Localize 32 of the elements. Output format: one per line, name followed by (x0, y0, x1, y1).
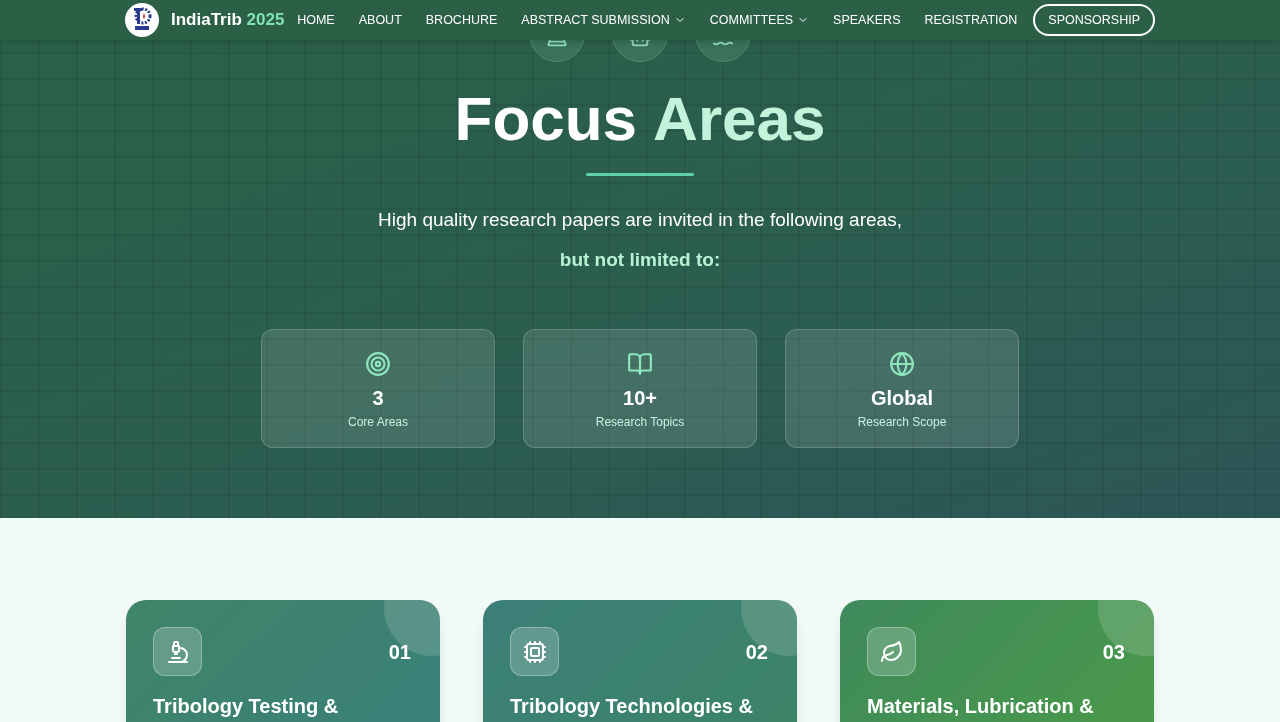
intro-emphasis: but not limited to: (559, 247, 721, 272)
brand-name[interactable]: IndiaTrib 2025 (171, 7, 285, 33)
sponsorship-button[interactable]: SPONSORSHIP (1033, 3, 1155, 37)
nav-link[interactable]: ABSTRACT SUBMISSION (521, 10, 686, 30)
nav-link[interactable]: HOME (297, 10, 335, 30)
area-title: Tribology Technologies & (510, 694, 754, 719)
target-icon (365, 351, 391, 377)
nav-link[interactable]: SPEAKERS (833, 10, 901, 30)
area-number: 01 (388, 639, 411, 665)
nav-link[interactable]: BROCHURE (425, 10, 498, 30)
intro-text: High quality research papers are invited in the following areas, (378, 208, 902, 232)
globe-icon (889, 351, 915, 377)
stat-label: Research Topics (595, 414, 685, 431)
nav-link[interactable]: COMMITTEES (709, 10, 810, 30)
area-title: Tribology Testing & (153, 694, 340, 719)
area-title: Materials, Lubrication & (867, 694, 1095, 719)
leaf-icon (867, 627, 916, 676)
stat-value: Global (870, 386, 934, 411)
area-number: 02 (745, 639, 768, 665)
area-number: 03 (1102, 639, 1125, 665)
book-icon (627, 351, 653, 377)
chip-icon (510, 627, 559, 676)
stat-label: Core Areas (348, 414, 408, 431)
microscope-icon (153, 627, 202, 676)
stat-value: 3 (372, 386, 384, 411)
nav-link[interactable]: ABOUT (358, 10, 402, 30)
logo-icon[interactable] (125, 3, 159, 37)
nav-link[interactable]: REGISTRATION (924, 10, 1018, 30)
heading-text: Focus (454, 88, 638, 150)
stat-value: 10+ (623, 386, 657, 411)
stat-label: Research Scope (857, 414, 947, 431)
heading-highlight: Areas (653, 88, 826, 150)
